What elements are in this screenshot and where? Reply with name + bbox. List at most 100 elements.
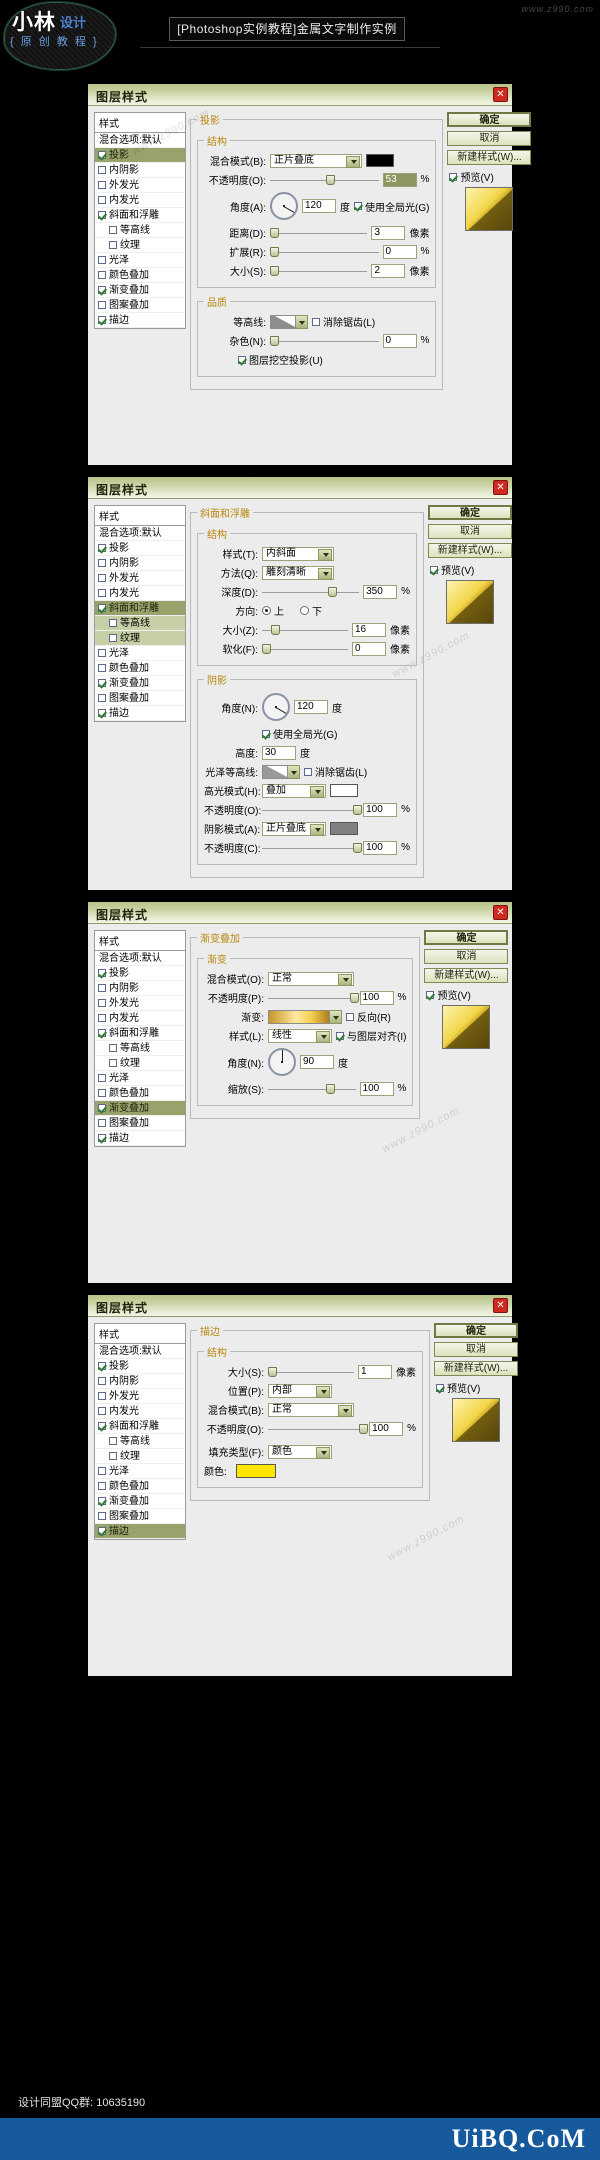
sidebar-item-bevel-emboss[interactable]: 斜面和浮雕: [95, 208, 185, 223]
checkbox-icon[interactable]: [98, 1482, 106, 1490]
sidebar-item-stroke[interactable]: 描边: [95, 313, 185, 328]
cancel-button[interactable]: 取消: [428, 524, 512, 539]
slider-handle[interactable]: [270, 265, 279, 276]
checkbox-icon[interactable]: [98, 984, 106, 992]
checkbox-icon[interactable]: [98, 969, 106, 977]
dialog-titlebar[interactable]: 图层样式 ✕: [88, 84, 512, 106]
sidebar-item-inner-glow[interactable]: 内发光: [95, 586, 185, 601]
sidebar-item-inner-glow[interactable]: 内发光: [95, 193, 185, 208]
sidebar-item-texture[interactable]: 纹理: [95, 631, 185, 646]
opacity-input[interactable]: 100: [369, 1421, 404, 1436]
chevron-down-icon[interactable]: [330, 1009, 342, 1024]
checkbox-icon[interactable]: [98, 151, 106, 159]
align-layer-checkbox[interactable]: 与图层对齐(I): [336, 1028, 406, 1043]
sidebar-item-stroke[interactable]: 描边: [95, 1131, 185, 1146]
slider-handle[interactable]: [326, 174, 336, 185]
sidebar-item-contour[interactable]: 等高线: [95, 1041, 185, 1056]
use-global-light-checkbox[interactable]: 使用全局光(G): [354, 199, 429, 214]
checkbox-icon[interactable]: [430, 565, 438, 574]
spread-input[interactable]: 0: [382, 244, 417, 259]
sidebar-item-drop-shadow[interactable]: 投影: [95, 148, 185, 163]
checkbox-icon[interactable]: [98, 1527, 106, 1535]
blend-mode-select[interactable]: 正常: [268, 971, 354, 986]
fill-type-select[interactable]: 颜色: [268, 1444, 332, 1459]
soften-slider[interactable]: [262, 642, 348, 656]
shadow-opacity-slider[interactable]: [262, 841, 363, 855]
scale-slider[interactable]: [268, 1082, 356, 1096]
opacity-input[interactable]: 100: [359, 990, 394, 1005]
noise-slider[interactable]: [270, 334, 379, 348]
distance-input[interactable]: 3: [371, 225, 406, 240]
angle-dial[interactable]: [268, 1048, 296, 1076]
close-icon[interactable]: ✕: [493, 905, 508, 920]
checkbox-icon[interactable]: [109, 1452, 117, 1460]
sidebar-item-satin[interactable]: 光泽: [95, 646, 185, 661]
ok-button[interactable]: 确定: [424, 930, 509, 945]
scale-input[interactable]: 100: [359, 1081, 394, 1096]
gradient-preview[interactable]: [268, 1009, 330, 1024]
antialias-checkbox[interactable]: 消除锯齿(L): [304, 764, 367, 779]
checkbox-icon[interactable]: [109, 1437, 117, 1445]
slider-handle[interactable]: [270, 335, 279, 346]
sidebar-item-color-overlay[interactable]: 颜色叠加: [95, 1086, 185, 1101]
radio-icon[interactable]: [262, 606, 271, 615]
opacity-slider[interactable]: [270, 173, 379, 187]
sidebar-item-texture[interactable]: 纹理: [95, 1056, 185, 1071]
shadow-opacity-input[interactable]: 100: [363, 840, 398, 855]
highlight-opacity-input[interactable]: 100: [363, 802, 398, 817]
spread-slider[interactable]: [270, 245, 379, 259]
sidebar-item-inner-shadow[interactable]: 内阴影: [95, 556, 185, 571]
position-select[interactable]: 内部: [268, 1383, 332, 1398]
sidebar-item-blending-options[interactable]: 混合选项:默认: [95, 133, 185, 148]
close-icon[interactable]: ✕: [493, 87, 508, 102]
blend-mode-select[interactable]: 正常: [268, 1402, 354, 1417]
preview-checkbox[interactable]: 预览(V): [449, 169, 531, 184]
slider-handle[interactable]: [270, 624, 280, 635]
angle-dial[interactable]: [270, 192, 298, 220]
dialog-titlebar[interactable]: 图层样式 ✕: [88, 477, 512, 499]
technique-select[interactable]: 雕刻清晰: [262, 565, 334, 580]
antialias-checkbox[interactable]: 消除锯齿(L): [312, 314, 375, 329]
knockout-checkbox[interactable]: 图层挖空投影(U): [238, 352, 323, 367]
sidebar-item-gradient-overlay[interactable]: 渐变叠加: [95, 676, 185, 691]
sidebar-item-texture[interactable]: 纹理: [95, 238, 185, 253]
highlight-opacity-slider[interactable]: [262, 803, 363, 817]
gradient-style-select[interactable]: 线性: [268, 1028, 332, 1043]
checkbox-icon[interactable]: [312, 317, 320, 326]
gloss-contour-picker[interactable]: [262, 764, 300, 779]
checkbox-icon[interactable]: [98, 1119, 106, 1127]
checkbox-icon[interactable]: [98, 1104, 106, 1112]
sidebar-item-bevel-emboss[interactable]: 斜面和浮雕: [95, 1026, 185, 1041]
sidebar-item-drop-shadow[interactable]: 投影: [95, 1359, 185, 1374]
checkbox-icon[interactable]: [109, 634, 117, 642]
sidebar-item-satin[interactable]: 光泽: [95, 253, 185, 268]
checkbox-icon[interactable]: [98, 1089, 106, 1097]
reverse-checkbox[interactable]: 反向(R): [346, 1009, 391, 1024]
dialog-titlebar[interactable]: 图层样式 ✕: [88, 1295, 512, 1317]
sidebar-item-blending-options[interactable]: 混合选项:默认: [95, 526, 185, 541]
size-slider[interactable]: [270, 264, 368, 278]
slider-handle[interactable]: [350, 992, 360, 1003]
checkbox-icon[interactable]: [98, 694, 106, 702]
preview-checkbox[interactable]: 预览(V): [430, 562, 512, 577]
checkbox-icon[interactable]: [109, 241, 117, 249]
angle-dial[interactable]: [262, 693, 290, 721]
depth-input[interactable]: 350: [363, 584, 398, 599]
sidebar-item-contour[interactable]: 等高线: [95, 1434, 185, 1449]
sidebar-item-contour[interactable]: 等高线: [95, 616, 185, 631]
angle-input[interactable]: 120: [302, 199, 336, 213]
sidebar-item-drop-shadow[interactable]: 投影: [95, 966, 185, 981]
ok-button[interactable]: 确定: [447, 112, 532, 127]
sidebar-item-stroke[interactable]: 描边: [95, 1524, 185, 1539]
checkbox-icon[interactable]: [346, 1012, 354, 1021]
size-slider[interactable]: [268, 1365, 354, 1379]
new-style-button[interactable]: 新建样式(W)...: [434, 1361, 518, 1376]
checkbox-icon[interactable]: [98, 211, 106, 219]
stroke-color-swatch[interactable]: [236, 1463, 276, 1478]
opacity-slider[interactable]: [268, 1422, 369, 1436]
blend-mode-select[interactable]: 正片叠底: [270, 153, 362, 168]
noise-input[interactable]: 0: [382, 333, 417, 348]
sidebar-item-gradient-overlay[interactable]: 渐变叠加: [95, 1101, 185, 1116]
chevron-down-icon[interactable]: [296, 314, 308, 329]
contour-picker[interactable]: [270, 314, 308, 329]
